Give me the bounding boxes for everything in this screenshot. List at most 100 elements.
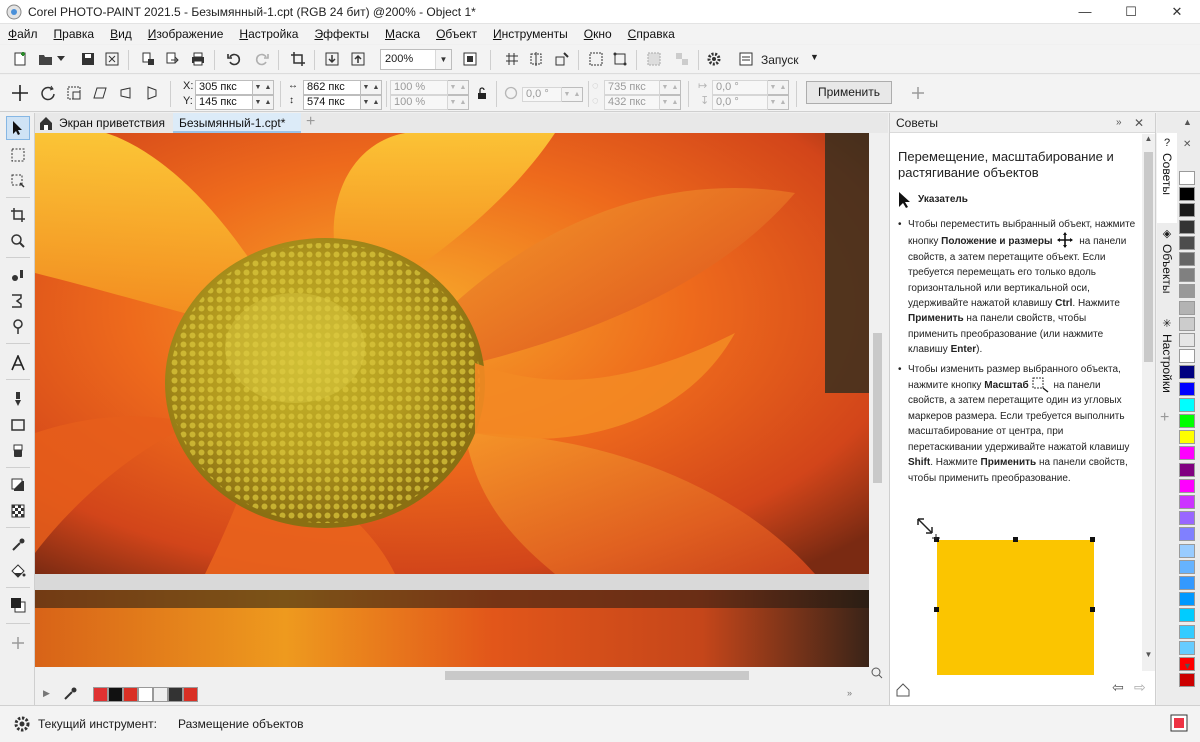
palette-swatch[interactable] [1179,640,1195,655]
spin-down-icon[interactable]: ▼ [660,96,670,109]
rotation-angle-input[interactable]: 0,0 ° [522,87,562,102]
document-palette-swatch[interactable] [153,687,168,702]
scroll-down-icon[interactable]: ▼ [1144,650,1153,660]
spin-up-icon[interactable]: ▲ [670,81,680,94]
height-input[interactable]: 574 пкс [303,95,361,110]
close-document-icon[interactable] [100,47,124,71]
width-input[interactable]: 862 пкс [303,80,361,95]
fill-tool-icon[interactable] [6,559,30,583]
side-tab-hints[interactable]: ? Советы [1157,133,1177,223]
import-icon[interactable] [136,47,160,71]
spin-up-icon[interactable]: ▲ [670,96,680,109]
palette-swatch[interactable] [1179,673,1195,688]
print-icon[interactable] [186,47,210,71]
document-palette-swatch[interactable] [93,687,108,702]
palette-menu-icon[interactable]: ✕ [1183,139,1191,150]
spin-up-icon[interactable]: ▲ [371,81,381,94]
save-icon[interactable] [76,47,100,71]
spin-up-icon[interactable]: ▲ [263,81,273,94]
center-x-spinner[interactable]: ▼ ▲ [660,80,681,95]
center-y-input[interactable]: 432 пкс [604,95,660,110]
palette-swatch[interactable] [1179,219,1195,234]
palette-swatch[interactable] [1179,381,1195,396]
zoom-level-select[interactable]: 200% ▼ [380,49,452,70]
palette-swatch[interactable] [1179,414,1195,428]
spin-down-icon[interactable]: ▼ [253,96,263,109]
menu-edit[interactable]: Правка [46,24,103,44]
close-button[interactable]: ✕ [1154,0,1200,24]
menu-window[interactable]: Окно [576,24,620,44]
height-spinner[interactable]: ▼ ▲ [361,95,382,110]
skew-vertical-input[interactable]: 0,0 ° [712,95,768,110]
gear-icon[interactable] [12,714,32,734]
palette-swatch[interactable] [1179,430,1195,445]
scroll-up-icon[interactable]: ▲ [1144,134,1153,144]
document-palette-swatch[interactable] [108,687,123,702]
open-dropdown-icon[interactable] [54,47,68,71]
palette-swatch[interactable] [1179,333,1195,347]
docker-scrollbar[interactable]: ▲ ▼ [1142,134,1155,671]
mask-transform-tool-icon[interactable] [6,169,30,193]
drop-shadow-tool-icon[interactable] [6,473,30,497]
skew-horizontal-input[interactable]: 0,0 ° [712,80,768,95]
launch-dropdown-icon[interactable]: ▼ [810,52,819,62]
docker-home-icon[interactable] [896,683,910,697]
object-picker-icon[interactable] [670,47,694,71]
palette-swatch[interactable] [1179,203,1195,218]
palette-swatch[interactable] [1179,235,1195,250]
transparency-tool-icon[interactable] [6,499,30,523]
add-icon[interactable] [906,81,930,105]
canvas[interactable] [35,133,869,667]
side-tab-objects[interactable]: ◈ Объекты [1157,223,1177,313]
brush-tool-icon[interactable] [6,315,30,339]
launch-icon[interactable] [734,47,758,71]
menu-view[interactable]: Вид [102,24,140,44]
docker-expand-icon[interactable]: » [1116,113,1122,133]
scale-width-input[interactable]: 100 % [390,80,448,95]
palette-scroll-down-icon[interactable]: ▼ [1183,661,1192,671]
pick-tool-icon[interactable] [6,116,30,140]
palette-swatch[interactable] [1179,462,1195,477]
perspective-icon[interactable] [140,81,164,105]
palette-swatch[interactable] [1179,543,1195,558]
menu-mask[interactable]: Маска [377,24,428,44]
snap-objects-icon[interactable] [550,47,574,71]
vertical-scroll-thumb[interactable] [873,333,882,483]
spin-up-icon[interactable]: ▲ [778,96,788,109]
menu-object[interactable]: Объект [428,24,485,44]
center-y-spinner[interactable]: ▼ ▲ [660,95,681,110]
menu-effects[interactable]: Эффекты [306,24,377,44]
zoom-tool-icon[interactable] [6,229,30,253]
minimize-button[interactable]: — [1062,0,1108,24]
docker-close-icon[interactable]: ✕ [1134,113,1144,133]
color-swatch-icon[interactable] [6,593,30,617]
new-tab-icon[interactable]: + [303,113,321,133]
zoom-fit-icon[interactable] [458,47,482,71]
position-size-icon[interactable] [8,81,32,105]
palette-swatch[interactable] [1179,268,1195,283]
document-palette-swatch[interactable] [168,687,183,702]
scale-height-spinner[interactable]: ▼ ▲ [448,95,469,110]
menu-adjust[interactable]: Настройка [231,24,306,44]
spin-up-icon[interactable]: ▲ [778,81,788,94]
color-eyedropper-tool-icon[interactable] [6,533,30,557]
palette-swatch[interactable] [1179,349,1195,364]
skew-vertical-spinner[interactable]: ▼ ▲ [768,95,789,110]
eraser-tool-icon[interactable] [6,439,30,463]
scale-width-spinner[interactable]: ▼ ▲ [448,80,469,95]
docker-scroll-thumb[interactable] [1144,152,1153,362]
mask-marquee-icon[interactable] [584,47,608,71]
snap-guides-icon[interactable] [524,47,548,71]
spin-down-icon[interactable]: ▼ [448,96,458,109]
horizontal-scroll-thumb[interactable] [445,671,749,680]
crop-tool-icon[interactable] [6,203,30,227]
palette-swatch[interactable] [1179,624,1195,639]
width-spinner[interactable]: ▼ ▲ [361,80,382,95]
zoom-navigator-icon[interactable] [871,667,883,679]
menu-tools[interactable]: Инструменты [485,24,576,44]
scale-height-input[interactable]: 100 % [390,95,448,110]
docpal-eyedropper-icon[interactable] [63,687,77,701]
flower-image[interactable] [35,133,869,667]
spin-up-icon[interactable]: ▲ [371,96,381,109]
document-palette-swatch[interactable] [183,687,198,702]
